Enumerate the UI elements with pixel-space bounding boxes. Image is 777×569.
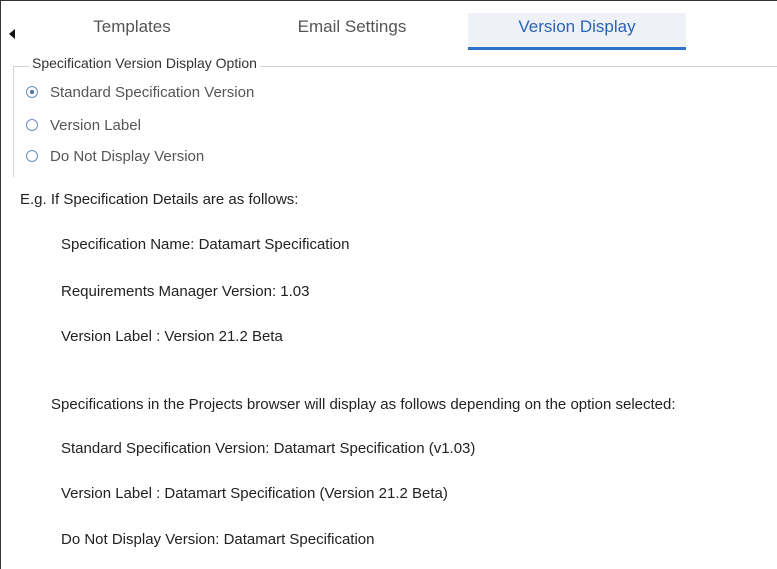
radio-unchecked-icon[interactable] <box>26 119 38 131</box>
tab-bar: Templates Email Settings Version Display <box>1 1 777 50</box>
radio-standard-specification-version[interactable]: Standard Specification Version <box>26 82 254 102</box>
tab-version-display[interactable]: Version Display <box>468 13 686 50</box>
group-legend: Specification Version Display Option <box>29 55 260 71</box>
display-none: Do Not Display Version: Datamart Specifi… <box>61 531 375 548</box>
version-display-panel: Templates Email Settings Version Display… <box>0 0 777 569</box>
radio-do-not-display-version[interactable]: Do Not Display Version <box>26 146 204 166</box>
tab-templates[interactable]: Templates <box>37 13 227 47</box>
display-intro: Specifications in the Projects browser w… <box>51 396 676 413</box>
radio-label: Standard Specification Version <box>50 83 255 101</box>
tab-email-settings[interactable]: Email Settings <box>257 13 447 47</box>
example-rm-version: Requirements Manager Version: 1.03 <box>61 283 310 300</box>
example-spec-name: Specification Name: Datamart Specificati… <box>61 236 350 253</box>
example-version-label: Version Label : Version 21.2 Beta <box>61 328 283 345</box>
radio-label: Version Label <box>50 116 141 134</box>
example-intro: E.g. If Specification Details are as fol… <box>20 191 299 208</box>
radio-checked-icon[interactable] <box>26 86 38 98</box>
radio-unchecked-icon[interactable] <box>26 150 38 162</box>
radio-label: Do Not Display Version <box>50 147 205 165</box>
display-standard: Standard Specification Version: Datamart… <box>61 440 476 457</box>
radio-version-label[interactable]: Version Label <box>26 115 141 135</box>
display-version-label: Version Label : Datamart Specification (… <box>61 485 448 502</box>
scroll-left-icon[interactable] <box>9 29 15 39</box>
